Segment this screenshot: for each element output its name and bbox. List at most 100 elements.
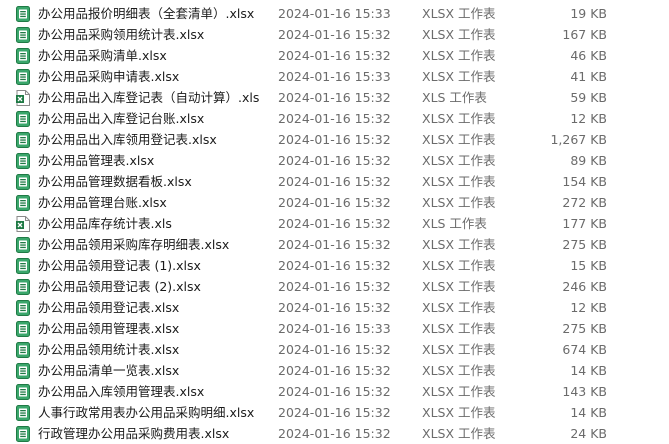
- file-row[interactable]: 办公用品出入库登记表（自动计算）.xls 2024-01-16 15:32 XL…: [0, 87, 669, 108]
- file-name[interactable]: 办公用品领用统计表.xlsx: [38, 341, 179, 358]
- file-size: 154 KB: [562, 174, 607, 189]
- file-type: XLSX 工作表: [422, 258, 496, 273]
- excel-file-icon: [16, 195, 30, 211]
- file-name[interactable]: 办公用品库存统计表.xls: [38, 215, 172, 232]
- file-row[interactable]: 办公用品领用登记表.xlsx 2024-01-16 15:32 XLSX 工作表…: [0, 297, 669, 318]
- file-size: 1,267 KB: [550, 132, 607, 147]
- file-name[interactable]: 办公用品领用采购库存明细表.xlsx: [38, 236, 229, 253]
- file-size: 41 KB: [570, 69, 607, 84]
- file-modified-date: 2024-01-16 15:33: [278, 6, 391, 21]
- file-row[interactable]: 办公用品出入库登记台账.xlsx 2024-01-16 15:32 XLSX 工…: [0, 108, 669, 129]
- file-size: 167 KB: [562, 27, 607, 42]
- excel-file-icon: [16, 153, 30, 169]
- file-type: XLS 工作表: [422, 90, 487, 105]
- file-name[interactable]: 办公用品报价明细表（全套清单）.xlsx: [38, 5, 254, 22]
- file-modified-date: 2024-01-16 15:32: [278, 258, 391, 273]
- file-row[interactable]: 办公用品管理台账.xlsx 2024-01-16 15:32 XLSX 工作表 …: [0, 192, 669, 213]
- file-name[interactable]: 办公用品采购申请表.xlsx: [38, 68, 179, 85]
- file-name[interactable]: 办公用品管理台账.xlsx: [38, 194, 167, 211]
- file-modified-date: 2024-01-16 15:32: [278, 279, 391, 294]
- file-row[interactable]: 办公用品领用登记表 (2).xlsx 2024-01-16 15:32 XLSX…: [0, 276, 669, 297]
- file-row[interactable]: 办公用品采购领用统计表.xlsx 2024-01-16 15:32 XLSX 工…: [0, 24, 669, 45]
- file-size: 59 KB: [570, 90, 607, 105]
- file-type: XLSX 工作表: [422, 300, 496, 315]
- file-type: XLSX 工作表: [422, 153, 496, 168]
- file-row[interactable]: 人事行政常用表办公用品采购明细.xlsx 2024-01-16 15:32 XL…: [0, 402, 669, 423]
- excel-file-icon: [16, 426, 30, 442]
- file-name[interactable]: 办公用品采购领用统计表.xlsx: [38, 26, 204, 43]
- file-row[interactable]: 办公用品入库领用管理表.xlsx 2024-01-16 15:32 XLSX 工…: [0, 381, 669, 402]
- file-type: XLSX 工作表: [422, 69, 496, 84]
- file-row[interactable]: 办公用品管理表.xlsx 2024-01-16 15:32 XLSX 工作表 8…: [0, 150, 669, 171]
- file-row[interactable]: 办公用品出入库领用登记表.xlsx 2024-01-16 15:32 XLSX …: [0, 129, 669, 150]
- file-modified-date: 2024-01-16 15:32: [278, 300, 391, 315]
- file-row[interactable]: 办公用品领用采购库存明细表.xlsx 2024-01-16 15:32 XLSX…: [0, 234, 669, 255]
- file-row[interactable]: 办公用品领用登记表 (1).xlsx 2024-01-16 15:32 XLSX…: [0, 255, 669, 276]
- file-name[interactable]: 办公用品管理数据看板.xlsx: [38, 173, 192, 190]
- file-size: 12 KB: [570, 111, 607, 126]
- file-type: XLS 工作表: [422, 216, 487, 231]
- file-name[interactable]: 办公用品领用管理表.xlsx: [38, 320, 179, 337]
- file-modified-date: 2024-01-16 15:32: [278, 216, 391, 231]
- excel-file-icon: [16, 69, 30, 85]
- file-modified-date: 2024-01-16 15:32: [278, 48, 391, 63]
- file-size: 12 KB: [570, 300, 607, 315]
- file-modified-date: 2024-01-16 15:33: [278, 321, 391, 336]
- file-row[interactable]: 办公用品库存统计表.xls 2024-01-16 15:32 XLS 工作表 1…: [0, 213, 669, 234]
- file-size: 89 KB: [570, 153, 607, 168]
- file-name[interactable]: 办公用品入库领用管理表.xlsx: [38, 383, 204, 400]
- file-name[interactable]: 行政管理办公用品采购费用表.xlsx: [38, 425, 229, 442]
- file-modified-date: 2024-01-16 15:32: [278, 384, 391, 399]
- file-size: 15 KB: [570, 258, 607, 273]
- file-type: XLSX 工作表: [422, 48, 496, 63]
- file-type: XLSX 工作表: [422, 132, 496, 147]
- file-modified-date: 2024-01-16 15:32: [278, 111, 391, 126]
- file-type: XLSX 工作表: [422, 111, 496, 126]
- file-row[interactable]: 办公用品采购清单.xlsx 2024-01-16 15:32 XLSX 工作表 …: [0, 45, 669, 66]
- excel-file-icon: [16, 6, 30, 22]
- file-list: 办公用品报价明细表（全套清单）.xlsx 2024-01-16 15:33 XL…: [0, 0, 669, 444]
- file-type: XLSX 工作表: [422, 405, 496, 420]
- excel-file-icon: [16, 237, 30, 253]
- file-row[interactable]: 办公用品清单一览表.xlsx 2024-01-16 15:32 XLSX 工作表…: [0, 360, 669, 381]
- file-row[interactable]: 办公用品领用管理表.xlsx 2024-01-16 15:33 XLSX 工作表…: [0, 318, 669, 339]
- excel-file-icon: [16, 258, 30, 274]
- file-type: XLSX 工作表: [422, 27, 496, 42]
- file-name[interactable]: 办公用品出入库登记台账.xlsx: [38, 110, 204, 127]
- file-modified-date: 2024-01-16 15:32: [278, 342, 391, 357]
- excel-file-icon: [16, 27, 30, 43]
- file-name[interactable]: 办公用品领用登记表 (1).xlsx: [38, 257, 201, 274]
- file-size: 19 KB: [570, 6, 607, 21]
- file-name[interactable]: 办公用品清单一览表.xlsx: [38, 362, 179, 379]
- file-row[interactable]: 办公用品领用统计表.xlsx 2024-01-16 15:32 XLSX 工作表…: [0, 339, 669, 360]
- file-name[interactable]: 人事行政常用表办公用品采购明细.xlsx: [38, 404, 254, 421]
- file-type: XLSX 工作表: [422, 321, 496, 336]
- excel-file-icon: [16, 48, 30, 64]
- file-size: 674 KB: [562, 342, 607, 357]
- file-name[interactable]: 办公用品出入库登记表（自动计算）.xls: [38, 89, 259, 106]
- file-row[interactable]: 办公用品管理数据看板.xlsx 2024-01-16 15:32 XLSX 工作…: [0, 171, 669, 192]
- excel-file-icon: [16, 132, 30, 148]
- file-size: 272 KB: [562, 195, 607, 210]
- file-name[interactable]: 办公用品出入库领用登记表.xlsx: [38, 131, 217, 148]
- file-row[interactable]: 办公用品报价明细表（全套清单）.xlsx 2024-01-16 15:33 XL…: [0, 3, 669, 24]
- excel-file-icon: [16, 279, 30, 295]
- file-modified-date: 2024-01-16 15:32: [278, 426, 391, 441]
- file-modified-date: 2024-01-16 15:32: [278, 195, 391, 210]
- file-row[interactable]: 行政管理办公用品采购费用表.xlsx 2024-01-16 15:32 XLSX…: [0, 423, 669, 444]
- excel-file-icon: [16, 300, 30, 316]
- file-name[interactable]: 办公用品采购清单.xlsx: [38, 47, 167, 64]
- file-name[interactable]: 办公用品管理表.xlsx: [38, 152, 154, 169]
- file-type: XLSX 工作表: [422, 6, 496, 21]
- file-row[interactable]: 办公用品采购申请表.xlsx 2024-01-16 15:33 XLSX 工作表…: [0, 66, 669, 87]
- file-name[interactable]: 办公用品领用登记表.xlsx: [38, 299, 179, 316]
- file-type: XLSX 工作表: [422, 195, 496, 210]
- file-size: 143 KB: [562, 384, 607, 399]
- file-modified-date: 2024-01-16 15:32: [278, 153, 391, 168]
- file-type: XLSX 工作表: [422, 342, 496, 357]
- excel-file-icon: [16, 342, 30, 358]
- file-type: XLSX 工作表: [422, 279, 496, 294]
- file-modified-date: 2024-01-16 15:32: [278, 405, 391, 420]
- file-name[interactable]: 办公用品领用登记表 (2).xlsx: [38, 278, 201, 295]
- file-size: 177 KB: [562, 216, 607, 231]
